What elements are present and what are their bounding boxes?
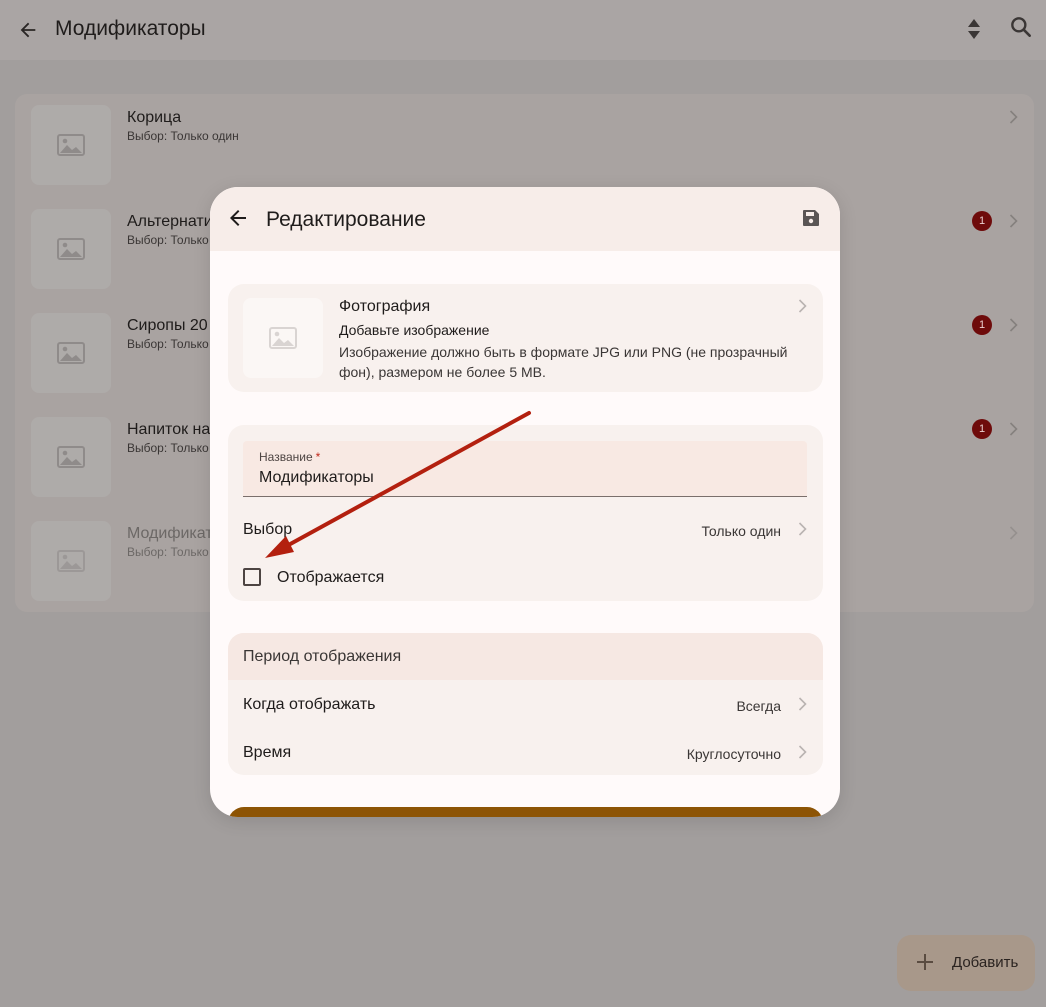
save-icon — [803, 210, 819, 226]
dialog-back-button[interactable] — [226, 206, 252, 232]
chevron-right-icon — [1009, 526, 1018, 540]
name-input[interactable]: Модификаторы — [259, 469, 374, 487]
photo-hint: Изображение должно быть в формате JPG ил… — [339, 344, 788, 380]
when-display-value[interactable]: Всегда — [736, 698, 781, 714]
chevron-right-icon — [798, 697, 807, 711]
choice-value[interactable]: Только один — [701, 523, 781, 539]
chevron-right-icon — [798, 745, 807, 759]
thumbnail — [31, 209, 111, 289]
choice-label[interactable]: Выбор — [243, 521, 292, 539]
display-period-section: Период отображения Когда отображать Всег… — [228, 633, 823, 775]
item-name: Модификат — [127, 525, 213, 542]
count-badge: 1 — [972, 211, 992, 231]
name-label-text: Название — [259, 450, 313, 464]
thumbnail — [31, 417, 111, 497]
time-label[interactable]: Время — [243, 744, 291, 762]
item-subtitle: Выбор: Только — [127, 337, 209, 351]
photo-section[interactable]: Фотография Добавьте изображение Изображе… — [228, 284, 823, 392]
photo-thumbnail — [243, 298, 323, 378]
chevron-right-icon — [798, 299, 807, 313]
chevron-right-icon — [1009, 422, 1018, 436]
photo-subtitle: Добавьте изображение — [339, 322, 490, 338]
image-placeholder-icon — [57, 134, 85, 156]
back-button[interactable] — [14, 16, 42, 44]
sort-button[interactable] — [962, 16, 986, 42]
item-subtitle: Выбор: Только — [127, 441, 209, 455]
item-name: Корица — [127, 109, 182, 126]
main-fields-section: Название * Модификаторы Выбор Только один… — [228, 425, 823, 601]
arrow-left-icon — [20, 22, 36, 38]
image-placeholder-icon — [57, 238, 85, 260]
item-subtitle: Выбор: Только — [127, 545, 209, 559]
page-title: Модификаторы — [55, 17, 206, 40]
required-mark: * — [315, 450, 321, 464]
image-placeholder-icon — [57, 446, 85, 468]
name-field[interactable]: Название * Модификаторы — [243, 441, 807, 497]
item-subtitle: Выбор: Только — [127, 233, 209, 247]
period-header: Период отображения — [228, 633, 823, 680]
chevron-right-icon — [1009, 110, 1018, 124]
edit-dialog: Редактирование Фотография Добавьте изобр… — [210, 187, 840, 817]
item-name: Сиропы 20 — [127, 317, 208, 334]
when-display-label[interactable]: Когда отображать — [243, 696, 375, 714]
chevron-right-icon — [798, 522, 807, 536]
search-icon — [1011, 17, 1031, 37]
name-field-label: Название * — [259, 450, 320, 464]
photo-title: Фотография — [339, 298, 431, 315]
image-placeholder-icon — [57, 550, 85, 572]
thumbnail — [31, 105, 111, 185]
chevron-right-icon — [1009, 318, 1018, 332]
image-placeholder-icon — [57, 342, 85, 364]
count-badge: 1 — [972, 419, 992, 439]
item-name: Альтернатив — [127, 213, 222, 230]
period-header-text: Период отображения — [243, 648, 402, 665]
primary-action-button[interactable] — [228, 807, 823, 817]
time-value[interactable]: Круглосуточно — [687, 746, 781, 762]
image-placeholder-icon — [269, 327, 297, 349]
arrow-left-icon — [230, 210, 246, 226]
count-badge: 1 — [972, 315, 992, 335]
save-button[interactable] — [802, 209, 820, 227]
thumbnail — [31, 521, 111, 601]
search-button[interactable] — [1008, 14, 1038, 44]
add-button-label: Добавить — [952, 954, 1019, 971]
dialog-header: Редактирование — [210, 187, 840, 251]
item-name: Напиток на — [127, 421, 211, 438]
chevron-right-icon — [1009, 214, 1018, 228]
add-button[interactable]: Добавить — [897, 935, 1035, 991]
visible-checkbox-label[interactable]: Отображается — [277, 569, 384, 587]
sort-icon — [968, 19, 980, 39]
thumbnail — [31, 313, 111, 393]
app-bar: Модификаторы — [0, 0, 1046, 60]
plus-icon — [917, 954, 933, 970]
list-item[interactable]: Корица Выбор: Только один — [15, 94, 1034, 198]
item-subtitle: Выбор: Только один — [127, 129, 239, 143]
dialog-title: Редактирование — [266, 208, 426, 231]
visible-checkbox[interactable] — [243, 568, 261, 586]
